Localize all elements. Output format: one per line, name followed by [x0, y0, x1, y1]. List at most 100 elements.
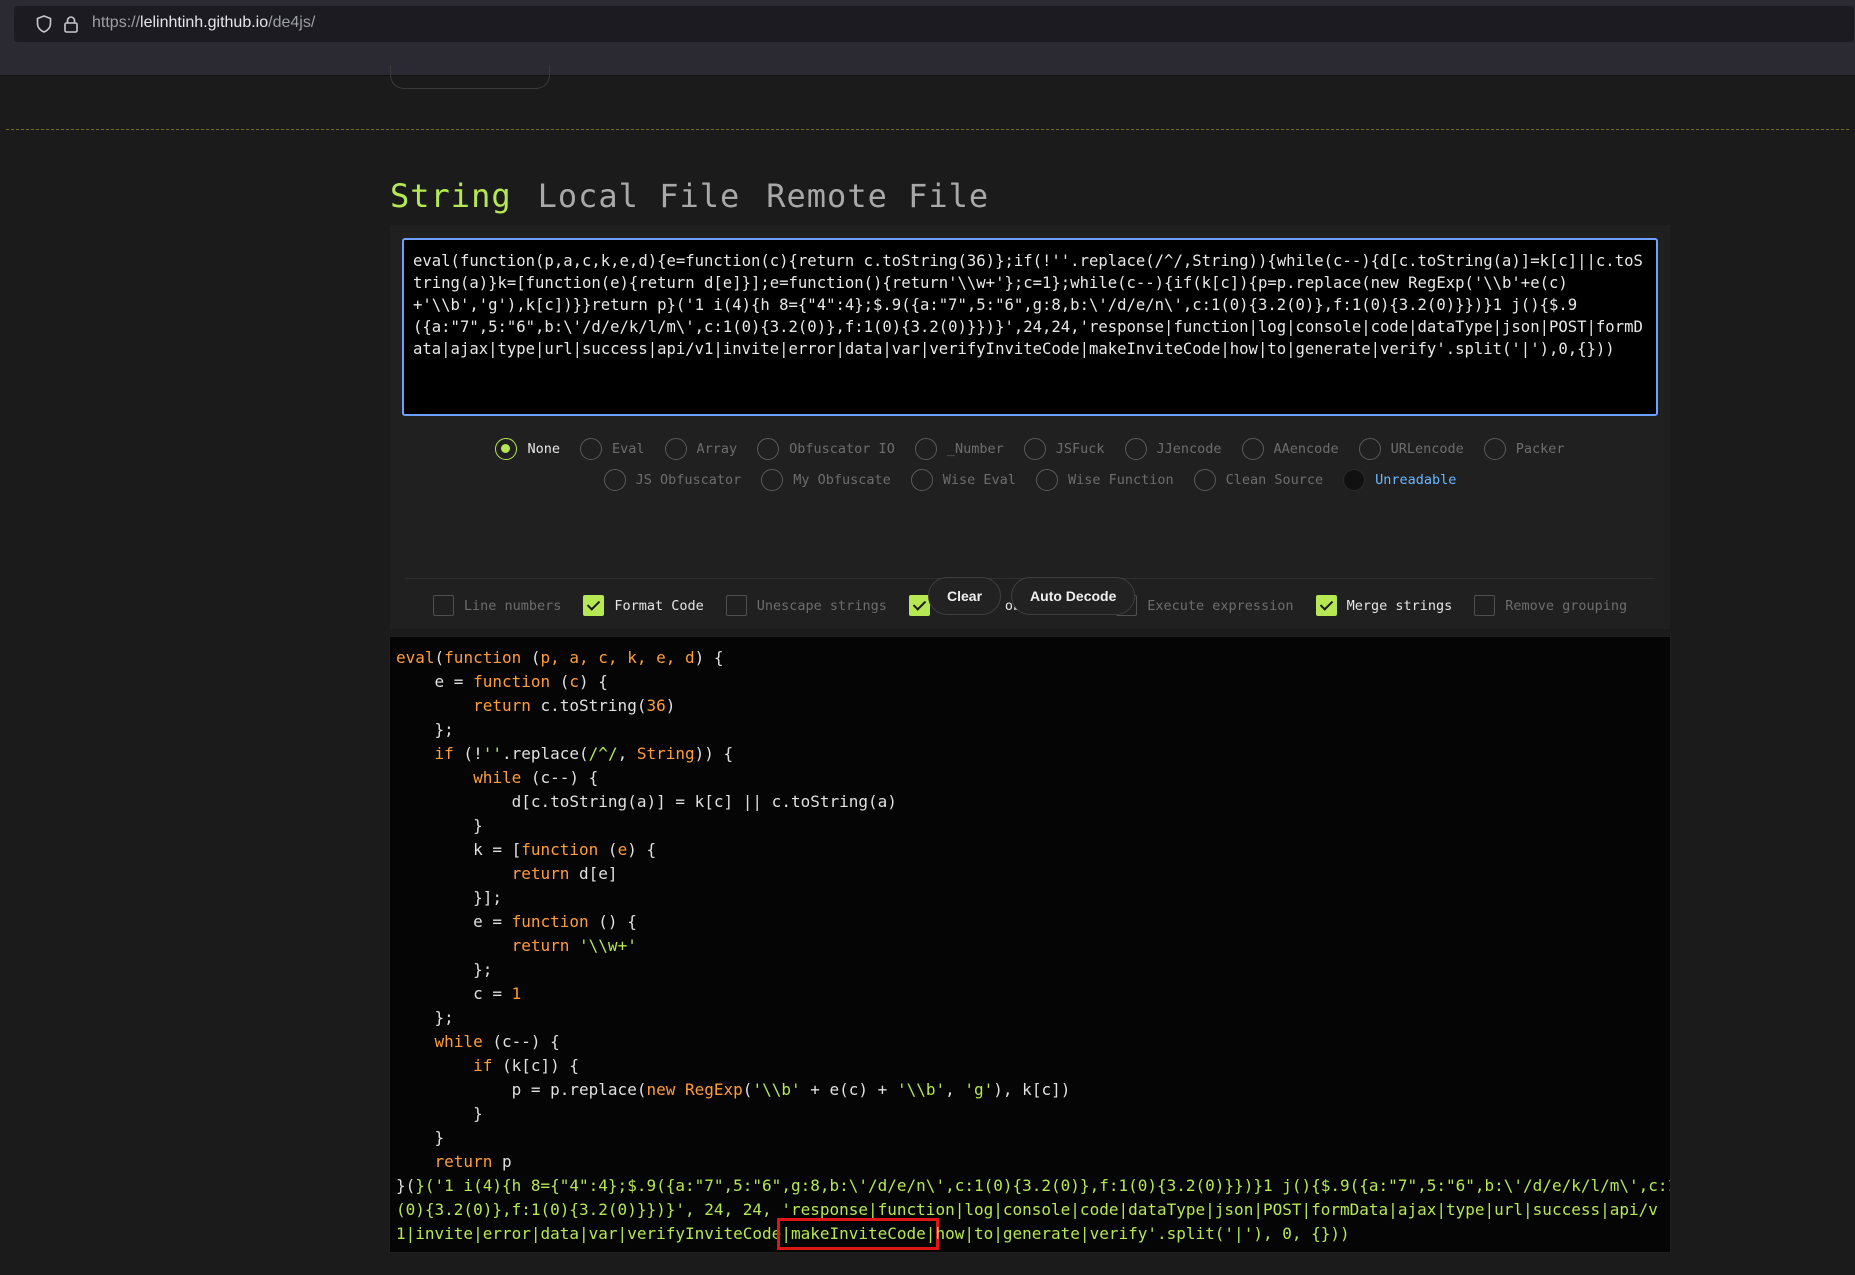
lock-icon[interactable]: [64, 15, 78, 33]
option-format-code[interactable]: Format Code: [583, 595, 704, 616]
radio-button[interactable]: [1241, 438, 1264, 460]
code-line: if (k[c]) {: [473, 1056, 580, 1075]
radio-label: Eval: [612, 441, 645, 457]
option-execute-expression[interactable]: Execute expression: [1116, 595, 1294, 616]
decoder-option-unreadable[interactable]: Unreadable: [1343, 469, 1456, 491]
radio-button[interactable]: [910, 469, 933, 491]
decoder-option-clean-source[interactable]: Clean Source: [1193, 469, 1324, 491]
code-line: }: [396, 816, 483, 835]
clear-button[interactable]: Clear: [928, 577, 1002, 615]
option-line-numbers[interactable]: Line numbers: [432, 595, 561, 616]
radio-button[interactable]: [495, 438, 518, 460]
code-line: k = [function (e) {: [396, 840, 657, 859]
code-line: }];: [396, 888, 502, 907]
checkbox[interactable]: [1474, 595, 1496, 616]
decoder-option-my-obfuscate[interactable]: My Obfuscate: [761, 469, 891, 491]
radio-label: Array: [696, 441, 738, 457]
code-line: while (c--) {: [434, 1032, 560, 1051]
radio-button[interactable]: [1035, 469, 1058, 491]
checkbox[interactable]: [1315, 595, 1337, 616]
decoder-option-packer[interactable]: Packer: [1483, 438, 1565, 460]
radio-button[interactable]: [1023, 438, 1046, 460]
code-line: return '\\w+': [511, 936, 637, 955]
input-panel: eval(function(p,a,c,k,e,d){e=function(c)…: [390, 225, 1670, 629]
url-text[interactable]: https://lelinhtinh.github.io/de4js/: [92, 14, 315, 32]
decoder-option-none[interactable]: None: [495, 438, 560, 460]
decoder-options-row-2: JS Obfuscator My Obfuscate Wise Eval Wise F…: [390, 469, 1670, 491]
radio-label: Packer: [1515, 441, 1565, 457]
section-divider: [6, 129, 1849, 130]
page-content: String Local File Remote File eval(funct…: [0, 65, 1855, 1275]
code-line: }(}('1 i(4){h 8={"4":4};$.9({a:"7",5:"6"…: [396, 1176, 1671, 1195]
radio-label: Clean Source: [1225, 472, 1324, 488]
code-line: }: [396, 1104, 483, 1123]
address-bar[interactable]: https://lelinhtinh.github.io/de4js/: [14, 6, 1854, 42]
code-line: while (c--) {: [473, 768, 599, 787]
decoder-option-jsfuck[interactable]: JSFuck: [1023, 438, 1105, 460]
code-line: return p: [434, 1152, 512, 1171]
tab-string[interactable]: String: [390, 177, 512, 215]
radio-button[interactable]: [603, 469, 626, 491]
radio-label: My Obfuscate: [793, 472, 891, 488]
radio-button[interactable]: [580, 438, 602, 460]
radio-button[interactable]: [664, 438, 687, 460]
decoder-option-number[interactable]: _Number: [914, 438, 1004, 460]
decoder-option-jjencode[interactable]: JJencode: [1124, 438, 1222, 460]
radio-label: Wise Function: [1067, 472, 1174, 488]
tab-local-file[interactable]: Local File: [538, 177, 741, 215]
tab-remote-file[interactable]: Remote File: [766, 177, 989, 215]
checkbox[interactable]: [725, 595, 747, 616]
code-line: e = function (c) {: [396, 672, 608, 691]
code-line: c = 1: [396, 984, 522, 1003]
option-remove-grouping[interactable]: Remove grouping: [1474, 595, 1627, 616]
decoder-option-wise-function[interactable]: Wise Function: [1035, 469, 1174, 491]
radio-label: JS Obfuscator: [635, 472, 742, 488]
radio-label: Obfuscator IO: [789, 441, 895, 457]
checkbox-label: Unescape strings: [756, 597, 887, 614]
checkbox[interactable]: [908, 595, 930, 616]
radio-button[interactable]: [1193, 469, 1216, 491]
radio-button[interactable]: [757, 438, 780, 460]
decoder-option-wise-eval[interactable]: Wise Eval: [910, 469, 1016, 491]
radio-button[interactable]: [761, 469, 784, 491]
checkbox[interactable]: [432, 595, 454, 616]
source-code-input[interactable]: eval(function(p,a,c,k,e,d){e=function(c)…: [402, 238, 1658, 416]
action-buttons: Clear Auto Decode: [928, 577, 1136, 615]
code-line: };: [396, 1008, 454, 1027]
shield-icon[interactable]: [36, 15, 52, 33]
checkbox[interactable]: [583, 595, 605, 616]
highlighted-make-invite-code: |makeInviteCode|: [777, 1218, 940, 1250]
radio-button[interactable]: [914, 438, 937, 460]
radio-label: URLencode: [1390, 441, 1464, 457]
radio-label: JSFuck: [1055, 441, 1105, 457]
code-line: }: [396, 1128, 445, 1147]
code-line: 1|invite|error|data|var|verifyInviteCode…: [396, 1218, 1664, 1250]
decoder-options-row-1: None Eval Array Obfuscator IO _Number JSFuck J…: [390, 438, 1670, 460]
auto-decode-button[interactable]: Auto Decode: [1011, 577, 1136, 615]
radio-button[interactable]: [1358, 438, 1381, 460]
decoder-option-array[interactable]: Array: [664, 438, 738, 460]
radio-label: _Number: [946, 441, 1004, 457]
radio-button[interactable]: [1483, 438, 1506, 460]
code-line: };: [396, 960, 493, 979]
browser-toolbar: https://lelinhtinh.github.io/de4js/: [0, 0, 1855, 76]
code-line: };: [396, 720, 454, 739]
decoder-option-js-obfuscator[interactable]: JS Obfuscator: [603, 469, 742, 491]
radio-button[interactable]: [1124, 438, 1147, 460]
radio-label: JJencode: [1156, 441, 1222, 457]
radio-button[interactable]: [1343, 469, 1366, 491]
decoder-option-aaencode[interactable]: AAencode: [1241, 438, 1339, 460]
decoded-output[interactable]: eval(function (p, a, c, k, e, d) { e = f…: [389, 636, 1671, 1253]
decoder-option-eval[interactable]: Eval: [580, 438, 645, 460]
option-unescape-strings[interactable]: Unescape strings: [725, 595, 887, 616]
code-line: return d[e]: [511, 864, 618, 883]
decoder-option-obfuscator-io[interactable]: Obfuscator IO: [757, 438, 895, 460]
checkbox-label: Format Code: [614, 597, 704, 614]
radio-label: Unreadable: [1375, 472, 1457, 488]
code-line: e = function () {: [396, 912, 637, 931]
radio-label: AAencode: [1273, 441, 1339, 457]
decoder-option-urlencode[interactable]: URLencode: [1358, 438, 1464, 460]
code-line: if (!''.replace(/^/, String)) {: [434, 744, 734, 763]
option-merge-strings[interactable]: Merge strings: [1315, 595, 1452, 616]
code-line: (0){3.2(0)},f:1(0){3.2(0)}})}', 24, 24, …: [396, 1200, 1658, 1219]
